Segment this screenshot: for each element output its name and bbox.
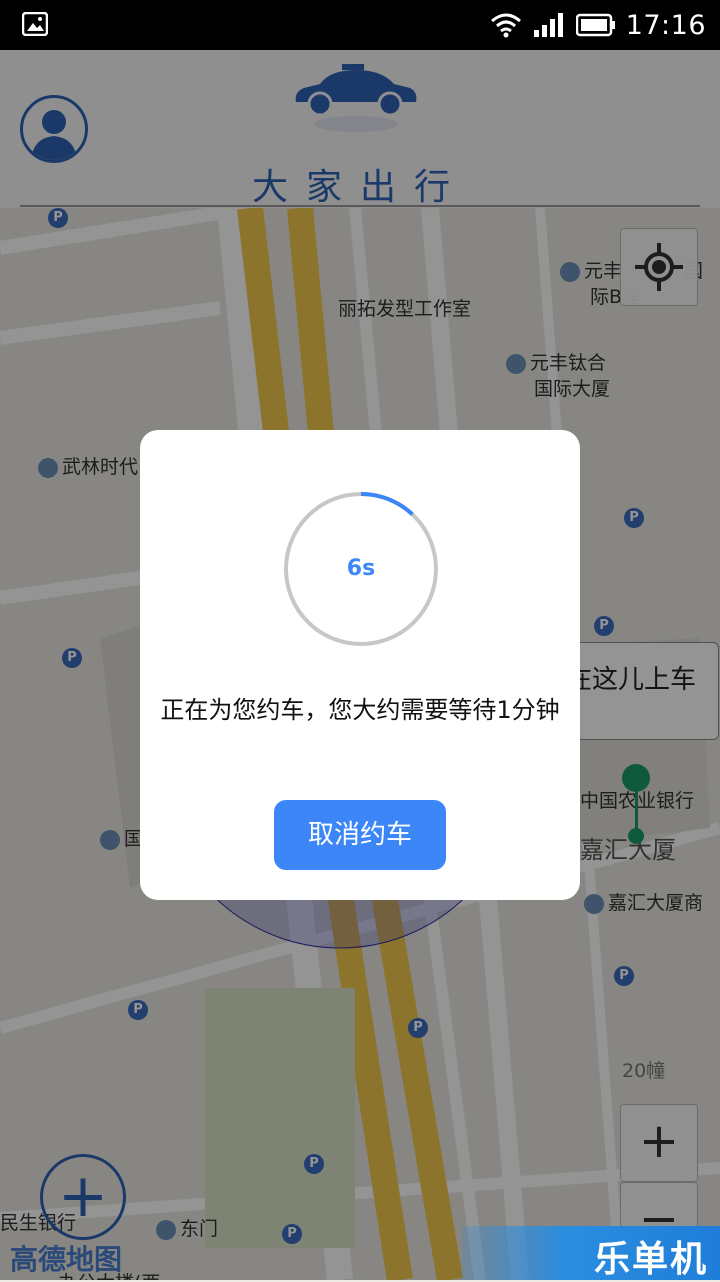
battery-icon (575, 13, 615, 37)
image-notification-icon (22, 12, 48, 36)
booking-dialog: 6s 正在为您约车，您大约需要等待1分钟 取消约车 (140, 430, 580, 900)
wifi-icon (490, 13, 521, 38)
countdown-text: 6s (346, 556, 376, 581)
watermark-text: 乐单机 (593, 1239, 708, 1280)
cancel-booking-button[interactable]: 取消约车 (274, 800, 446, 870)
booking-message: 正在为您约车，您大约需要等待1分钟 (160, 696, 560, 724)
clock: 17:16 (625, 9, 706, 41)
status-bar: 17:16 (0, 0, 720, 50)
watermark-banner: 乐单机 (462, 1226, 720, 1280)
signal-icon (533, 13, 563, 37)
